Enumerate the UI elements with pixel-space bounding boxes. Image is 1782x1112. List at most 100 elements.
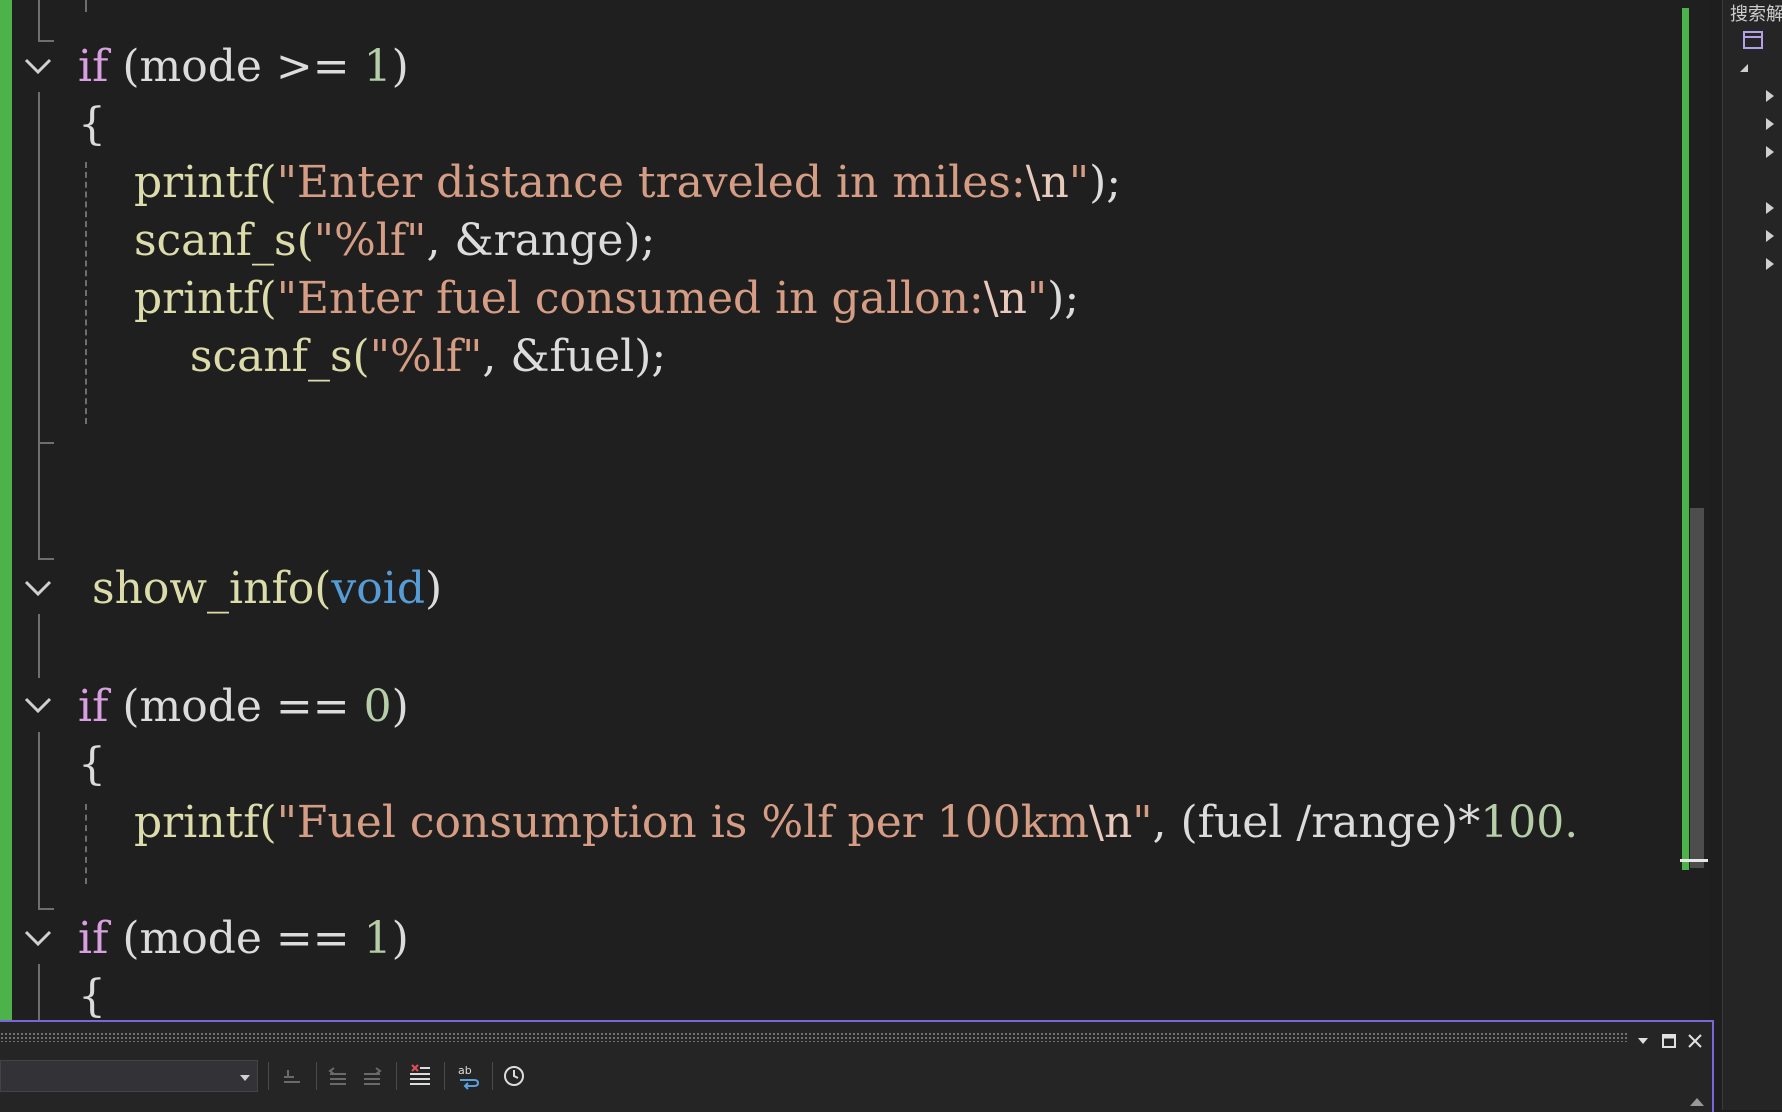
code-token: "%lf" (313, 215, 427, 266)
toolbar-separator (492, 1062, 493, 1090)
expand-triangle-icon[interactable] (1766, 118, 1774, 130)
code-line[interactable]: if (mode == 0) (78, 678, 409, 736)
solution-explorer-panel[interactable] (1722, 0, 1782, 1110)
code-token: printf( (78, 797, 277, 848)
code-token: "Enter fuel consumed in gallon: (276, 273, 984, 324)
code-token: " (1026, 273, 1048, 324)
scroll-up-arrow-icon[interactable] (1690, 1098, 1704, 1106)
code-token: scanf_s( (78, 215, 314, 266)
chevron-down-icon[interactable] (240, 1075, 250, 1081)
toolbar-separator (268, 1062, 269, 1090)
outline-guide (38, 964, 40, 1020)
code-token: ); (1047, 273, 1080, 324)
code-token: ) (391, 681, 409, 732)
code-line[interactable]: if (mode >= 1) (78, 38, 409, 96)
code-token: show_info( (78, 563, 332, 614)
expand-triangle-icon[interactable] (1766, 230, 1774, 242)
code-line[interactable]: show_info(void) (78, 560, 442, 618)
code-token: if (78, 41, 109, 92)
code-token: 1 (363, 913, 392, 964)
code-line[interactable]: scanf_s("%lf", &range); (78, 212, 655, 270)
code-token: \n (983, 273, 1027, 324)
code-line[interactable]: if (mode == 1) (78, 910, 409, 968)
code-token: , &range); (426, 215, 656, 266)
code-token: ) (425, 563, 443, 614)
code-line[interactable]: { (78, 736, 106, 794)
code-token: { (78, 739, 106, 790)
code-token: printf( (78, 157, 277, 208)
clear-all-icon[interactable] (406, 1062, 434, 1090)
code-token: 100. (1480, 797, 1579, 848)
outline-guide (38, 732, 40, 910)
output-source-combobox[interactable] (0, 1060, 258, 1092)
solution-icon (1743, 31, 1763, 49)
code-token: (mode == (108, 913, 364, 964)
indent-guide (85, 0, 87, 12)
outline-guide (38, 0, 40, 40)
code-line[interactable]: printf("Fuel consumption is %lf per 100k… (78, 794, 1578, 852)
outline-guide (38, 558, 54, 560)
code-token: ); (1089, 157, 1122, 208)
collapse-chevron-icon[interactable] (20, 687, 56, 723)
code-token: " (1132, 797, 1153, 848)
collapse-chevron-icon[interactable] (20, 48, 56, 84)
code-token: if (78, 913, 109, 964)
code-token: \n (1025, 157, 1069, 208)
svg-text:ab: ab (458, 1064, 472, 1077)
code-token: (mode == (108, 681, 364, 732)
toolbar-separator (396, 1062, 397, 1090)
toolbar-separator (444, 1062, 445, 1090)
code-line[interactable]: { (78, 96, 106, 154)
code-token: ) (391, 41, 409, 92)
solution-explorer-search[interactable]: 搜索解 (1730, 0, 1782, 26)
close-icon[interactable] (1684, 1030, 1706, 1052)
expand-triangle-icon[interactable] (1766, 258, 1774, 270)
code-line[interactable]: printf("Enter distance traveled in miles… (78, 154, 1121, 212)
code-token: { (78, 971, 106, 1020)
code-token: \n (1089, 797, 1133, 848)
code-line[interactable]: scanf_s("%lf", &fuel); (78, 328, 666, 386)
collapse-chevron-icon[interactable] (20, 920, 56, 956)
code-token: printf( (78, 273, 277, 324)
expand-triangle-icon[interactable] (1766, 202, 1774, 214)
clock-icon[interactable] (500, 1062, 528, 1090)
code-token: { (78, 99, 106, 150)
expanded-triangle-icon[interactable] (1738, 62, 1750, 74)
outline-guide (38, 908, 54, 910)
next-message-icon[interactable] (358, 1062, 386, 1090)
code-editor[interactable]: if (mode >= 1) { printf("Enter distance … (0, 0, 1700, 1020)
code-token: , &fuel); (482, 331, 667, 382)
collapse-chevron-icon[interactable] (20, 570, 56, 606)
toolbar-separator (316, 1062, 317, 1090)
code-token: "%lf" (369, 331, 483, 382)
word-wrap-icon[interactable]: ab (454, 1062, 482, 1090)
code-token: if (78, 681, 109, 732)
panel-drag-grip[interactable] (0, 1032, 1628, 1042)
find-message-icon[interactable] (278, 1062, 306, 1090)
maximize-icon[interactable] (1658, 1030, 1680, 1052)
code-token: 1 (363, 41, 392, 92)
outline-guide (38, 92, 40, 560)
code-token: " (1068, 157, 1090, 208)
code-token: , (fuel /range)* (1152, 797, 1481, 848)
code-token: scanf_s( (78, 331, 370, 382)
expand-triangle-icon[interactable] (1766, 90, 1774, 102)
code-token: "Fuel consumption is %lf per 100km (276, 797, 1090, 848)
previous-message-icon[interactable] (324, 1062, 352, 1090)
expand-triangle-icon[interactable] (1766, 146, 1774, 158)
scrollbar-change-marker (1682, 8, 1689, 870)
code-line[interactable]: { (78, 968, 106, 1020)
code-token: (mode >= (108, 41, 364, 92)
change-indicator-bar (0, 0, 12, 1020)
code-line[interactable]: printf("Enter fuel consumed in gallon:\n… (78, 270, 1079, 328)
outline-guide (38, 614, 40, 678)
code-token: 0 (363, 681, 392, 732)
code-token: "Enter distance traveled in miles: (276, 157, 1026, 208)
outline-guide (38, 442, 54, 444)
scrollbar-caret-marker (1680, 859, 1708, 862)
outline-guide (38, 40, 54, 42)
scrollbar-thumb[interactable] (1690, 508, 1704, 868)
dropdown-arrow-icon[interactable] (1632, 1030, 1654, 1052)
code-token: void (331, 563, 426, 614)
code-token: ) (391, 913, 409, 964)
